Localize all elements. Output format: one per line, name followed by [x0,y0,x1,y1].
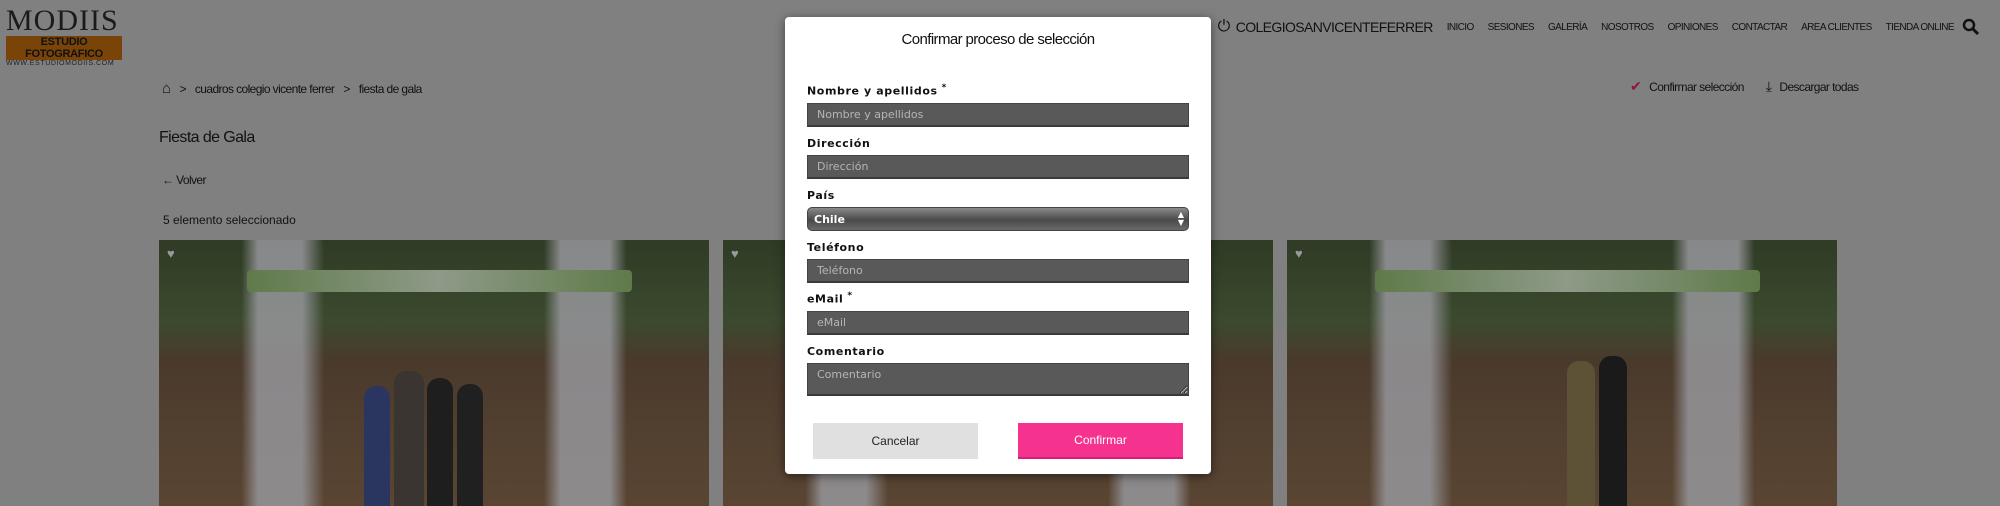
nav-contactar[interactable]: CONTACTAR [1732,22,1788,33]
download-icon: ⤓ [1765,78,1772,94]
logo-url: WWW.ESTUDIOMODIIS.COM [6,60,115,67]
photo-person [457,384,483,506]
nav-tienda-online[interactable]: TIENDA ONLINE [1886,22,1955,33]
country-label: País [807,189,835,202]
download-all-label: Descargar todas [1779,79,1859,94]
breadcrumb-sep: > [343,81,350,96]
confirm-selection-dialog: Confirmar proceso de selección Nombre y … [785,17,1211,474]
home-icon[interactable]: ⌂ [162,80,171,97]
breadcrumb-sep: > [179,81,186,96]
name-label: Nombre y apellidos * [807,83,947,98]
confirm-selection-label: Confirmar selección [1649,79,1744,94]
breadcrumb-item[interactable]: fiesta de gala [359,82,423,96]
back-link[interactable]: ← Volver [162,173,207,187]
back-label: Volver [176,173,206,187]
photo-person [364,386,390,506]
nav-sesiones[interactable]: SESIONES [1488,22,1535,33]
photo-arch [1375,270,1760,292]
email-label: eMail * [807,291,853,306]
confirm-selection-button[interactable]: ✔ Confirmar selección [1630,78,1744,95]
nav-galeria[interactable]: GALERÍA [1548,22,1588,33]
photo-thumbnail[interactable]: ♥ [1287,240,1837,506]
comment-label: Comentario [807,345,885,358]
heart-icon[interactable]: ♥ [167,246,175,261]
selection-count: 5 elemento seleccionado [163,213,296,227]
photo-person [1599,356,1627,506]
email-field[interactable] [807,311,1189,335]
dialog-title: Confirmar proceso de selección [901,31,1096,48]
logo-name: MODIIS [6,4,119,37]
photo-person [394,371,424,506]
nav-opiniones[interactable]: OPINIONES [1668,22,1719,33]
logo[interactable]: MODIIS ESTUDIO FOTOGRAFICO WWW.ESTUDIOMO… [6,4,122,67]
cancel-button[interactable]: Cancelar [813,423,978,459]
photo-thumbnail[interactable]: ♥ [159,240,709,506]
main-nav: ⏻ COLEGIOSANVICENTEFERRER INICIO SESIONES… [1217,18,1955,36]
check-icon: ✔ [1630,78,1642,94]
logo-tagline: ESTUDIO FOTOGRAFICO [6,36,122,60]
photo-arch [247,270,632,292]
breadcrumb-item[interactable]: cuadros colegio vicente ferrer [195,82,335,96]
power-icon: ⏻ [1217,18,1231,35]
phone-field[interactable] [807,259,1189,283]
address-label: Dirección [807,137,871,150]
address-field[interactable] [807,155,1189,179]
username: COLEGIOSANVICENTEFERRER [1235,19,1434,35]
comment-field[interactable] [807,363,1189,396]
user-logout[interactable]: ⏻ COLEGIOSANVICENTEFERRER [1217,18,1434,36]
download-all-button[interactable]: ⤓ Descargar todas [1766,78,1859,95]
search-icon[interactable] [1962,18,1980,41]
confirm-button[interactable]: Confirmar [1018,423,1183,459]
gallery-actions: ✔ Confirmar selección ⤓ Descargar todas [1630,78,1859,95]
name-field[interactable] [807,103,1189,127]
breadcrumb: ⌂ > cuadros colegio vicente ferrer > fie… [162,80,422,97]
heart-icon[interactable]: ♥ [1295,246,1303,261]
heart-icon[interactable]: ♥ [731,246,739,261]
select-arrows-icon: ▲ ▼ [1177,210,1184,227]
nav-nosotros[interactable]: NOSOTROS [1601,22,1654,33]
nav-inicio[interactable]: INICIO [1447,22,1475,33]
photo-person [427,378,453,506]
phone-label: Teléfono [807,241,865,254]
page-title: Fiesta de Gala [159,129,255,146]
country-select[interactable]: Chile ▲ ▼ [807,207,1189,231]
nav-area-clientes[interactable]: AREA CLIENTES [1801,22,1872,33]
photo-person [1567,361,1595,506]
country-value: Chile [814,213,845,226]
